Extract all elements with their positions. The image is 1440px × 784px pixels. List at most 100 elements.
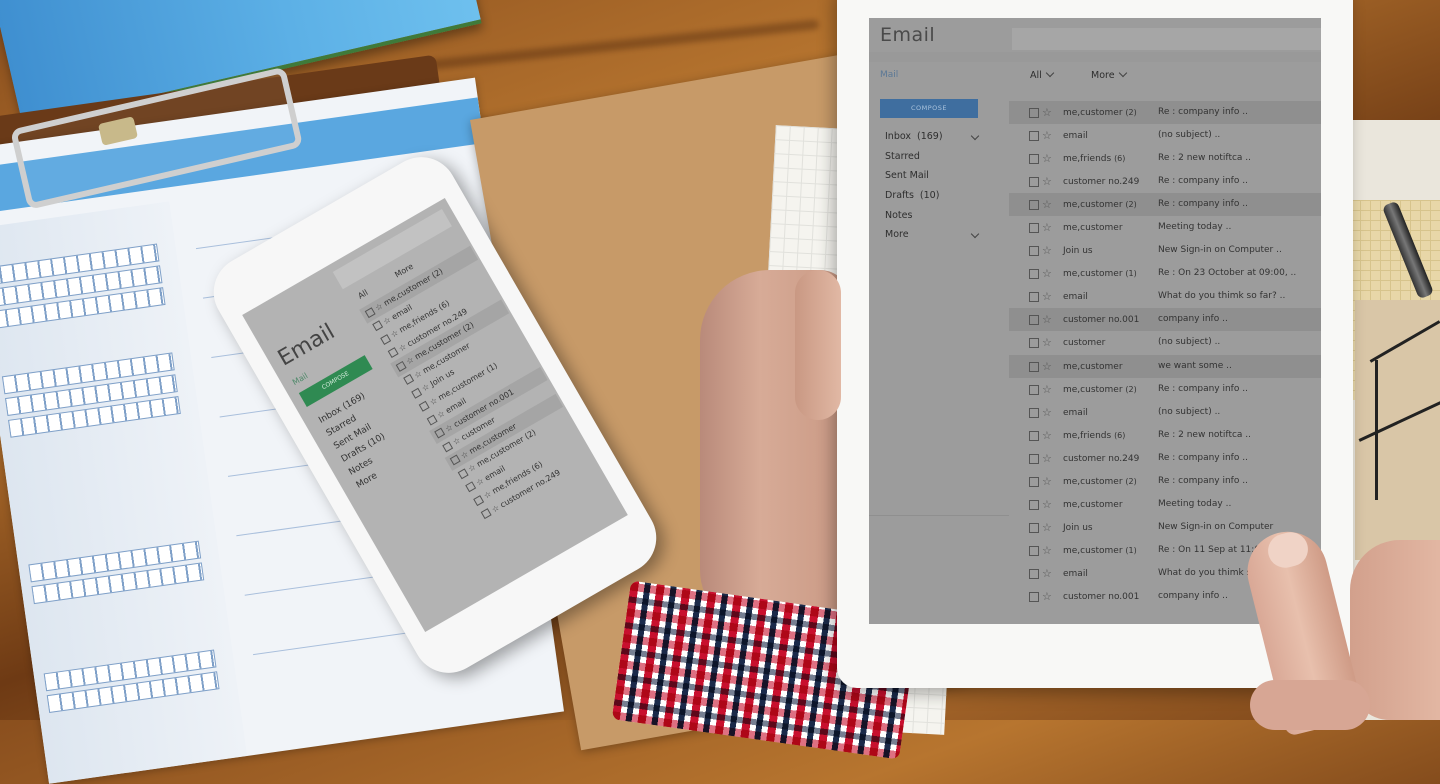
sender-name: customer [1063,338,1106,349]
star-icon[interactable]: ☆ [1042,193,1052,216]
star-icon[interactable]: ☆ [1042,447,1052,470]
chevron-down-icon[interactable] [970,230,980,239]
email-row[interactable]: ☆ email (no subject) .. [1009,124,1321,147]
select-checkbox[interactable] [472,494,484,506]
star-icon[interactable]: ☆ [1042,355,1052,378]
select-checkbox[interactable] [410,387,422,399]
email-row[interactable]: ☆ me,customer (2) Re : company info .. [1009,101,1321,125]
email-row[interactable]: ☆ me,customer we want some .. [1009,354,1321,379]
select-checkbox[interactable] [1029,315,1039,326]
select-checkbox[interactable] [1029,384,1039,395]
email-row[interactable]: ☆ me,customer Meeting today .. [1009,493,1321,516]
phone-filter-more[interactable]: More [393,262,415,280]
star-icon[interactable]: ☆ [1042,331,1052,354]
star-icon[interactable]: ☆ [1042,170,1052,193]
email-row[interactable]: ☆ customer no.249 Re : company info .. [1009,170,1321,193]
sidebar-item-notes[interactable]: Notes [885,206,985,226]
select-checkbox[interactable] [418,400,430,412]
select-checkbox[interactable] [364,306,376,318]
star-icon[interactable]: ☆ [1042,539,1052,562]
select-checkbox[interactable] [1029,591,1039,602]
phone-nav-mail[interactable]: Mail [291,371,310,387]
select-checkbox[interactable] [1029,154,1039,165]
select-checkbox[interactable] [1029,545,1039,556]
star-icon[interactable]: ☆ [1042,585,1052,608]
sidebar-item-sent-mail[interactable]: Sent Mail [885,166,985,186]
select-checkbox[interactable] [1029,499,1039,510]
star-icon[interactable]: ☆ [1042,516,1052,539]
email-row[interactable]: ☆ me,customer Meeting today .. [1009,216,1321,239]
email-row[interactable]: ☆ me,customer (2) Re : company info .. [1009,193,1321,217]
star-icon[interactable]: ☆ [1042,239,1052,262]
select-checkbox[interactable] [1029,568,1039,579]
select-checkbox[interactable] [1029,361,1039,372]
select-checkbox[interactable] [379,333,391,345]
star-icon[interactable]: ☆ [1042,493,1052,516]
sidebar-item-inbox[interactable]: Inbox (169) [885,127,985,147]
star-icon[interactable]: ☆ [1042,562,1052,585]
star-icon[interactable]: ☆ [1042,216,1052,239]
star-icon[interactable]: ☆ [1042,262,1052,285]
star-icon[interactable]: ☆ [1042,285,1052,308]
select-checkbox[interactable] [1029,453,1039,464]
sidebar-item-starred[interactable]: Starred [885,147,985,167]
select-checkbox[interactable] [465,481,477,493]
phone-filter-all[interactable]: All [356,288,369,301]
email-row[interactable]: ☆ email What do you thimk so far? .. [1009,285,1321,308]
filter-all-dropdown[interactable]: All [1030,68,1055,81]
select-checkbox[interactable] [1029,108,1039,118]
email-sender: customer no.249 [1063,170,1139,194]
select-checkbox[interactable] [1029,292,1039,303]
select-checkbox[interactable] [1029,177,1039,188]
email-row[interactable]: ☆ me,customer (2) Re : company info .. [1009,470,1321,493]
email-sender: me,customer [1063,355,1123,379]
select-checkbox[interactable] [1029,476,1039,487]
select-checkbox[interactable] [1029,131,1039,142]
star-icon[interactable]: ☆ [1042,101,1052,124]
email-row[interactable]: ☆ me,customer (1) Re : On 23 October at 09… [1009,262,1321,285]
chevron-down-icon[interactable] [970,131,980,141]
select-checkbox[interactable] [480,508,492,520]
search-bar[interactable] [1012,28,1321,50]
sidebar-item-more[interactable]: More [885,225,985,245]
select-checkbox[interactable] [1029,522,1039,533]
star-icon[interactable]: ☆ [1042,378,1052,401]
sidebar-divider [869,515,1009,516]
select-checkbox[interactable] [1029,246,1039,257]
star-icon[interactable]: ☆ [1042,401,1052,424]
sidebar-item-drafts[interactable]: Drafts (10) [885,186,985,206]
filter-more-dropdown[interactable]: More [1091,68,1127,81]
email-row[interactable]: ☆ customer (no subject) .. [1009,331,1321,354]
star-icon[interactable]: ☆ [1042,308,1052,331]
email-sender: me,customer (2) [1063,470,1137,494]
select-checkbox[interactable] [395,360,407,372]
select-checkbox[interactable] [449,454,461,466]
select-checkbox[interactable] [1029,269,1039,280]
select-checkbox[interactable] [1029,223,1039,234]
star-icon[interactable]: ☆ [1042,147,1052,170]
select-checkbox[interactable] [441,441,453,452]
email-row[interactable]: ☆ customer no.249 Re : company info .. [1009,447,1321,470]
email-row[interactable]: ☆ Join us New Sign-in on Computer .. [1009,239,1321,262]
email-row[interactable]: ☆ email (no subject) .. [1009,401,1321,424]
select-checkbox[interactable] [457,467,469,479]
select-checkbox[interactable] [434,427,446,439]
email-row[interactable]: ☆ me,friends (6) Re : 2 new notiftca .. [1009,147,1321,170]
star-icon[interactable]: ☆ [1042,470,1052,493]
thread-count: (2) [1125,476,1137,486]
select-checkbox[interactable] [372,320,384,332]
select-checkbox[interactable] [1029,407,1039,418]
select-checkbox[interactable] [1029,338,1039,349]
star-icon[interactable]: ☆ [1042,124,1052,147]
nav-mail-link[interactable]: Mail [880,70,898,80]
email-row[interactable]: ☆ me,customer (2) Re : company info .. [1009,378,1321,401]
star-icon[interactable]: ☆ [1042,424,1052,447]
select-checkbox[interactable] [1029,200,1039,211]
select-checkbox[interactable] [387,347,399,359]
compose-button[interactable]: COMPOSE [880,99,978,118]
select-checkbox[interactable] [1029,430,1039,441]
select-checkbox[interactable] [426,414,438,426]
email-row[interactable]: ☆ me,friends (6) Re : 2 new notiftca .. [1009,424,1321,447]
email-row[interactable]: ☆ customer no.001 company info .. [1009,308,1321,332]
select-checkbox[interactable] [403,373,415,385]
